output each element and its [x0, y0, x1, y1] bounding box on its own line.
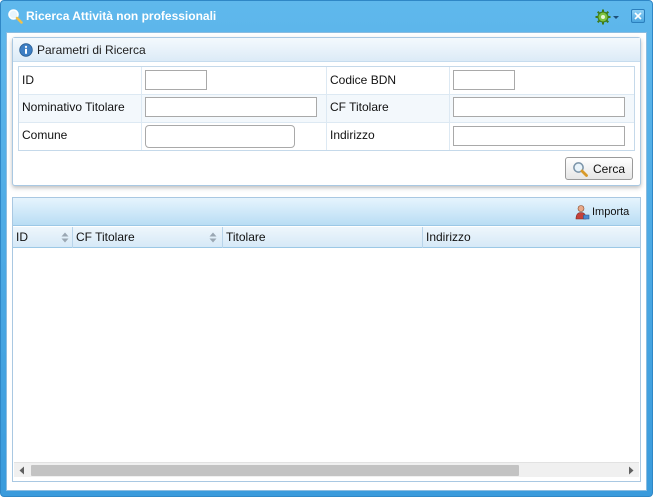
grid-toolbar: Importa [13, 198, 640, 226]
panel-title: Parametri di Ricerca [37, 43, 146, 57]
codice-bdn-input[interactable] [453, 70, 515, 90]
id-label: ID [22, 73, 34, 87]
grid-body [13, 249, 640, 461]
id-input[interactable] [145, 70, 207, 90]
horizontal-scrollbar[interactable] [14, 462, 639, 477]
gear-icon [595, 9, 619, 25]
gear-menu-button[interactable] [594, 8, 620, 26]
search-icon [8, 9, 23, 24]
sort-icon [209, 232, 217, 243]
codice-bdn-label: Codice BDN [330, 73, 397, 87]
user-import-icon [575, 205, 590, 220]
scroll-left-icon[interactable] [18, 466, 26, 475]
window-title: Ricerca Attività non professionali [26, 9, 217, 23]
column-header-indirizzo[interactable]: Indirizzo [423, 227, 640, 248]
dialog-content: Parametri di Ricerca ID Codice BDN Nomin… [6, 32, 647, 491]
chevron-down-icon [613, 16, 619, 19]
search-parameters-panel: Parametri di Ricerca ID Codice BDN Nomin… [12, 37, 641, 186]
search-form: ID Codice BDN Nominativo Titolare CF Tit… [18, 66, 635, 151]
nominativo-titolare-input[interactable] [145, 97, 317, 117]
column-header-cf-titolare[interactable]: CF Titolare [73, 227, 223, 248]
indirizzo-input[interactable] [453, 126, 625, 146]
close-button[interactable] [631, 9, 645, 23]
info-icon [19, 43, 33, 57]
indirizzo-label: Indirizzo [330, 128, 375, 142]
scroll-right-icon[interactable] [627, 466, 635, 475]
comune-label: Comune [22, 128, 68, 142]
import-button-label: Importa [592, 206, 630, 218]
cf-titolare-label: CF Titolare [330, 100, 389, 114]
magnifier-icon [573, 162, 588, 177]
sort-icon [61, 232, 69, 243]
nominativo-titolare-label: Nominativo Titolare [22, 100, 125, 114]
column-header-id[interactable]: ID [13, 227, 73, 248]
grid-header: ID CF Titolare Titolare Indirizzo [13, 227, 640, 248]
comune-input[interactable] [145, 125, 295, 148]
search-button[interactable]: Cerca [565, 157, 633, 180]
cf-titolare-input[interactable] [453, 97, 625, 117]
scrollbar-thumb[interactable] [31, 465, 519, 476]
search-button-label: Cerca [593, 162, 626, 176]
title-bar[interactable]: Ricerca Attività non professionali [1, 1, 652, 31]
dialog-window: Ricerca Attività non professionali Param… [0, 0, 653, 497]
close-icon [634, 12, 642, 20]
import-button[interactable]: Importa [574, 204, 634, 222]
results-grid-panel: Importa ID CF Titolare Titolare Indirizz… [12, 197, 641, 482]
panel-header: Parametri di Ricerca [13, 38, 640, 62]
column-header-titolare[interactable]: Titolare [223, 227, 423, 248]
